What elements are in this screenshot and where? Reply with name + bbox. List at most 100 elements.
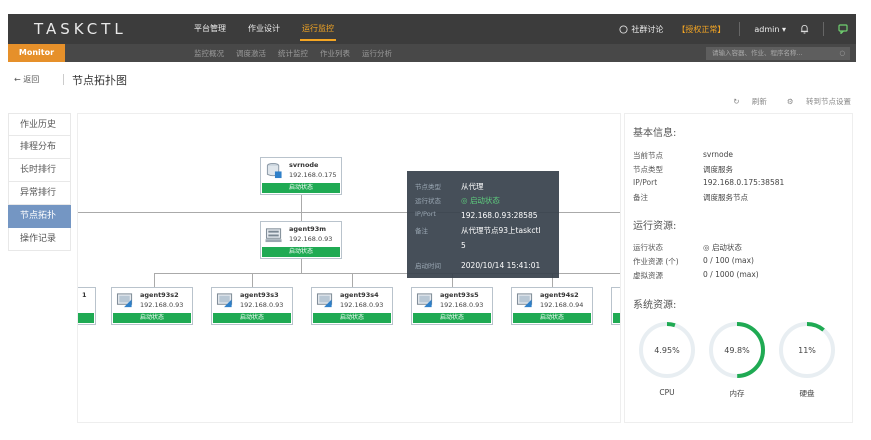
- node-ip: 192.168.0.93: [289, 235, 333, 243]
- tooltip-status-text: 启动状态: [469, 196, 500, 205]
- status-badge: 启动状态: [513, 313, 591, 323]
- menu-item-error-rank[interactable]: 异常排行: [8, 182, 71, 205]
- back-button[interactable]: ← 返回: [14, 74, 39, 85]
- agent-node-icon: [216, 293, 233, 308]
- node-svrnode[interactable]: svrnode 192.168.0.175 启动状态: [260, 157, 342, 195]
- info-row: 作业资源 (个) 0 / 100 (max): [633, 256, 754, 267]
- tooltip-value: 5: [461, 241, 466, 250]
- node-partial[interactable]: 1: [78, 287, 96, 325]
- refresh-button[interactable]: ↻ 刷新: [723, 96, 767, 107]
- tab-analysis[interactable]: 运行分析: [362, 48, 392, 59]
- info-row: 虚拟资源 0 / 1000 (max): [633, 270, 759, 281]
- refresh-icon: ↻: [733, 97, 742, 106]
- node-agent93s3[interactable]: agent93s3 192.168.0.93 启动状态: [211, 287, 293, 325]
- gear-icon: ⚙: [786, 97, 796, 106]
- status-dot-icon: ◎: [461, 196, 470, 205]
- sub-bar: Monitor 监控概况 调度激活 统计监控 作业列表 运行分析 请输入容器、作…: [8, 44, 856, 62]
- main-nav: 平台管理 作业设计 运行监控: [194, 23, 356, 41]
- menu-item-op-log[interactable]: 操作记录: [8, 228, 71, 251]
- search-input[interactable]: 请输入容器、作业、程序名称... ○: [706, 47, 850, 60]
- tooltip-value: 2020/10/14 15:41:01: [461, 261, 541, 270]
- goto-settings-button[interactable]: ⚙ 转到节点设置: [777, 96, 851, 107]
- node-ip: 192.168.0.175: [289, 171, 337, 179]
- status-badge: 启动状态: [262, 183, 340, 193]
- node-name: agent93m: [289, 225, 327, 233]
- connector-line: [301, 259, 302, 273]
- community-link[interactable]: 社群讨论: [619, 24, 663, 35]
- node-partial-right[interactable]: [611, 287, 620, 325]
- info-row: 当前节点 svrnode: [633, 150, 733, 161]
- menu-item-topology[interactable]: 节点拓扑: [8, 205, 71, 228]
- divider: [739, 22, 741, 36]
- agent-node-icon: [116, 293, 133, 308]
- sub-nav: 监控概况 调度激活 统计监控 作业列表 运行分析: [194, 48, 404, 59]
- agent-node-icon: [516, 293, 533, 308]
- node-name: 1: [82, 291, 87, 299]
- cpu-gauge: 4.95%: [639, 322, 695, 378]
- nav-monitor[interactable]: 运行监控: [300, 23, 336, 41]
- gauge-label: CPU: [659, 388, 675, 397]
- status-badge: [613, 313, 620, 323]
- nav-platform[interactable]: 平台管理: [194, 23, 226, 34]
- info-key: 运行状态: [633, 243, 663, 252]
- node-name: svrnode: [289, 161, 319, 169]
- info-key: 作业资源 (个): [633, 257, 679, 266]
- node-agent93m[interactable]: agent93m 192.168.0.93 启动状态: [260, 221, 342, 259]
- nav-design[interactable]: 作业设计: [248, 23, 280, 34]
- gauge-label: 硬盘: [799, 389, 815, 398]
- node-name: agent93s2: [140, 291, 179, 299]
- gauge-value: 49.8%: [724, 346, 750, 355]
- info-value: 0 / 1000 (max): [703, 270, 759, 279]
- node-agent93s4[interactable]: agent93s4 192.168.0.93 启动状态: [311, 287, 393, 325]
- status-dot-icon: ◎: [703, 243, 712, 252]
- chat-bubble-icon[interactable]: [838, 24, 848, 34]
- node-tooltip: 节点类型 从代理 运行状态 ◎ 启动状态 IP/Port 192.168.0.93:2…: [407, 171, 559, 278]
- menu-item-long-running[interactable]: 长时排行: [8, 159, 71, 182]
- menu-item-job-history[interactable]: 作业历史: [8, 113, 71, 136]
- node-name: agent93s4: [340, 291, 379, 299]
- info-row: 备注 调度服务节点: [633, 192, 748, 203]
- tab-activate[interactable]: 调度激活: [236, 48, 266, 59]
- node-name: agent93s5: [440, 291, 479, 299]
- agent-server-icon: [265, 228, 282, 243]
- info-key: 虚拟资源: [633, 271, 663, 280]
- info-value: 192.168.0.175:38581: [703, 178, 785, 187]
- node-info-panel: 基本信息: 当前节点 svrnode 节点类型 调度服务 IP/Port 192.16…: [624, 113, 853, 423]
- status-badge: 启动状态: [113, 313, 191, 323]
- refresh-label: 刷新: [751, 97, 767, 106]
- goto-settings-label: 转到节点设置: [806, 97, 851, 106]
- menu-item-schedule-dist[interactable]: 排程分布: [8, 136, 71, 159]
- agent-node-icon: [316, 293, 333, 308]
- header-actions: ↻ 刷新 ⚙ 转到节点设置: [713, 96, 851, 107]
- info-row: 运行状态 ◎ 启动状态: [633, 242, 742, 253]
- gauge-value: 4.95%: [654, 346, 680, 355]
- info-value: 调度服务节点: [703, 193, 748, 202]
- basic-info-title: 基本信息:: [633, 128, 677, 139]
- page-title: 节点拓扑图: [72, 74, 127, 87]
- tab-overview[interactable]: 监控概况: [194, 48, 224, 59]
- license-status: 【授权正常】: [677, 24, 726, 34]
- node-agent93s2[interactable]: agent93s2 192.168.0.93 启动状态: [111, 287, 193, 325]
- status-badge: 启动状态: [213, 313, 291, 323]
- node-agent93s5[interactable]: agent93s5 192.168.0.93 启动状态: [411, 287, 493, 325]
- run-resource-title: 运行资源:: [633, 221, 677, 232]
- search-icon[interactable]: ○: [839, 47, 845, 60]
- bell-icon[interactable]: [800, 24, 809, 34]
- tooltip-key: 启动时间: [415, 262, 441, 270]
- node-ip: 192.168.0.93: [140, 301, 184, 309]
- node-ip: 192.168.0.93: [240, 301, 284, 309]
- status-text: 启动状态: [711, 243, 742, 252]
- search-placeholder: 请输入容器、作业、程序名称...: [712, 49, 803, 57]
- info-row: IP/Port 192.168.0.175:38581: [633, 178, 784, 187]
- top-right-area: 社群讨论 【授权正常】 admin ▾: [605, 22, 848, 36]
- status-badge: [78, 313, 94, 323]
- tab-stats[interactable]: 统计监控: [278, 48, 308, 59]
- connector-line: [301, 194, 302, 222]
- node-agent94s2[interactable]: agent94s2 192.168.0.94 启动状态: [511, 287, 593, 325]
- status-badge: 启动状态: [413, 313, 491, 323]
- user-menu[interactable]: admin ▾: [754, 25, 786, 34]
- module-label[interactable]: Monitor: [8, 44, 65, 62]
- top-bar: TASKCTL 平台管理 作业设计 运行监控 社群讨论 【授权正常】 admin…: [8, 14, 856, 44]
- node-ip: 192.168.0.93: [440, 301, 484, 309]
- tab-joblist[interactable]: 作业列表: [320, 48, 350, 59]
